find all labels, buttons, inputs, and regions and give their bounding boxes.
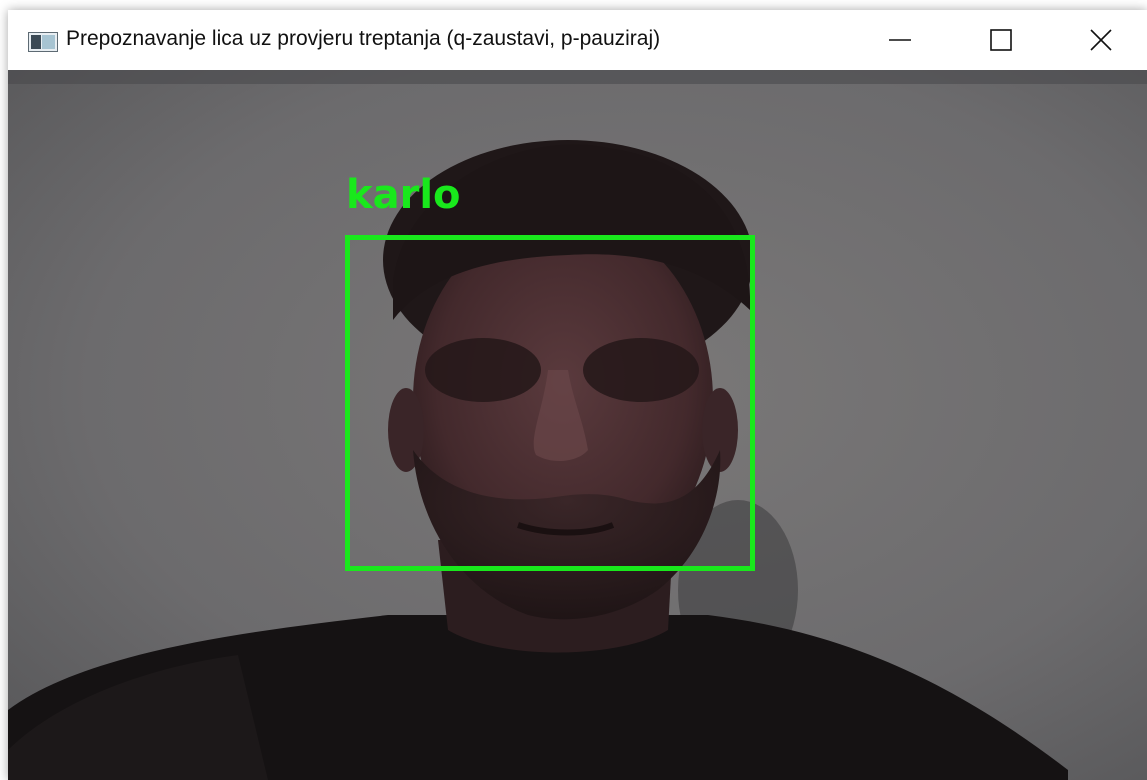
face-bounding-box: [345, 235, 755, 571]
title-bar[interactable]: Prepoznavanje lica uz provjeru treptanja…: [8, 10, 1147, 70]
maximize-button[interactable]: [955, 10, 1047, 70]
app-icon: [28, 32, 58, 52]
close-icon: [1090, 29, 1112, 51]
window-title: Prepoznavanje lica uz provjeru treptanja…: [66, 27, 661, 50]
close-button[interactable]: [1055, 10, 1147, 70]
face-name-label: karlo: [346, 172, 461, 218]
maximize-icon: [990, 29, 1012, 51]
camera-feed: karlo: [8, 70, 1147, 780]
minimize-icon: [889, 39, 911, 41]
desktop-background: Prepoznavanje lica uz provjeru treptanja…: [0, 0, 1147, 780]
minimize-button[interactable]: [854, 10, 946, 70]
app-window: Prepoznavanje lica uz provjeru treptanja…: [8, 10, 1147, 780]
